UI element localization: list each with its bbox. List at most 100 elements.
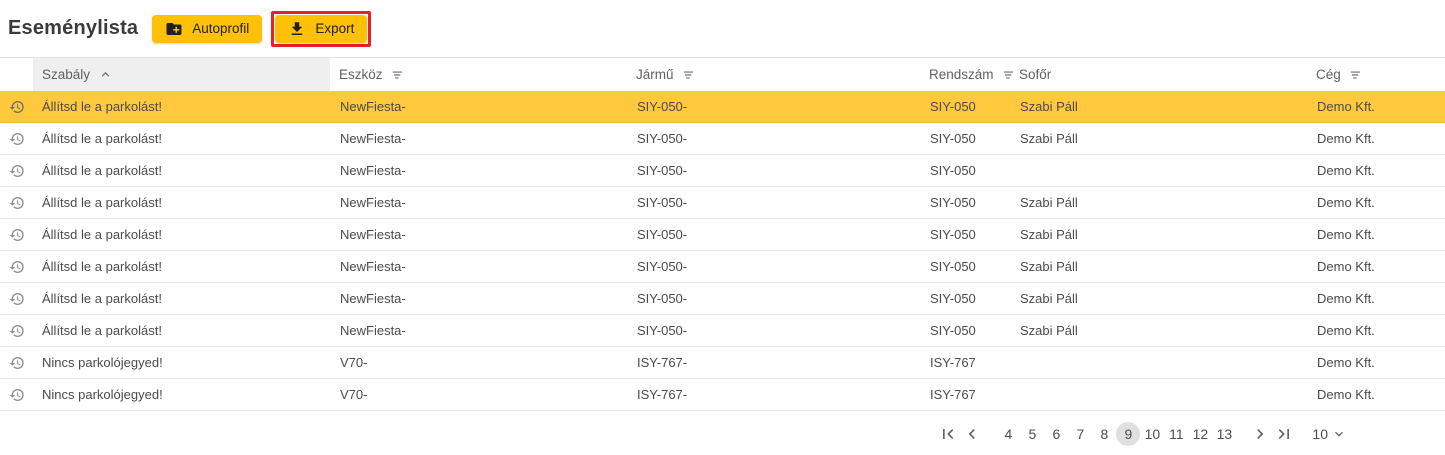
table-header-row: Szabály Eszköz Jármű Rendszám Sofőr Cég: [0, 58, 1445, 91]
table-row[interactable]: Állítsd le a parkolást! NewFiesta- SIY-0…: [0, 91, 1445, 123]
cell-jarmu: SIY-050-: [637, 99, 688, 114]
cell-szabaly: Nincs parkolójegyed!: [42, 355, 163, 370]
page-number-list: 4 5 6 7 8 9 10 11 12 13: [996, 421, 1236, 446]
cell-rendszam: SIY-050: [930, 259, 976, 274]
cell-rendszam: SIY-050: [930, 323, 976, 338]
cell-sofor: Szabi Páll: [1020, 291, 1078, 306]
cell-szabaly: Állítsd le a parkolást!: [42, 163, 162, 178]
header-icon-column: [0, 58, 33, 91]
history-icon: [0, 91, 33, 122]
chevron-down-icon: [1331, 426, 1347, 442]
cell-sofor: Szabi Páll: [1020, 195, 1078, 210]
cell-ceg: Demo Kft.: [1317, 355, 1375, 370]
cell-rendszam: SIY-050: [930, 131, 976, 146]
cell-ceg: Demo Kft.: [1317, 259, 1375, 274]
history-icon: [0, 251, 33, 282]
history-icon: [0, 187, 33, 218]
cell-rendszam: SIY-050: [930, 163, 976, 178]
page-number-8[interactable]: 8: [1092, 422, 1116, 446]
cell-ceg: Demo Kft.: [1317, 387, 1375, 402]
cell-ceg: Demo Kft.: [1317, 195, 1375, 210]
table-row[interactable]: Állítsd le a parkolást! NewFiesta- SIY-0…: [0, 155, 1445, 187]
table-row[interactable]: Állítsd le a parkolást! NewFiesta- SIY-0…: [0, 283, 1445, 315]
cell-eszkoz: NewFiesta-: [340, 227, 406, 242]
cell-eszkoz: NewFiesta-: [340, 163, 406, 178]
page-number-11[interactable]: 11: [1164, 422, 1188, 446]
cell-ceg: Demo Kft.: [1317, 227, 1375, 242]
cell-eszkoz: V70-: [340, 355, 368, 370]
cell-szabaly: Állítsd le a parkolást!: [42, 131, 162, 146]
page-size-select[interactable]: 10: [1312, 426, 1347, 442]
cell-rendszam: SIY-050: [930, 195, 976, 210]
column-header-jarmu[interactable]: Jármű: [627, 58, 920, 91]
cell-sofor: [1010, 347, 1307, 378]
page-number-12[interactable]: 12: [1188, 422, 1212, 446]
table-row[interactable]: Állítsd le a parkolást! NewFiesta- SIY-0…: [0, 187, 1445, 219]
cell-ceg: Demo Kft.: [1317, 99, 1375, 114]
column-label: Szabály: [42, 67, 91, 82]
history-icon: [0, 123, 33, 154]
sort-menu-icon: [1349, 68, 1363, 82]
page-number-4[interactable]: 4: [996, 422, 1020, 446]
history-icon: [0, 219, 33, 250]
cell-rendszam: SIY-050: [930, 227, 976, 242]
table-body: Állítsd le a parkolást! NewFiesta- SIY-0…: [0, 91, 1445, 411]
table-row[interactable]: Állítsd le a parkolást! NewFiesta- SIY-0…: [0, 251, 1445, 283]
table-row[interactable]: Állítsd le a parkolást! NewFiesta- SIY-0…: [0, 123, 1445, 155]
previous-page-button[interactable]: [960, 422, 984, 446]
column-header-szabaly[interactable]: Szabály: [33, 58, 330, 91]
cell-sofor: Szabi Páll: [1020, 259, 1078, 274]
page-number-10[interactable]: 10: [1140, 422, 1164, 446]
cell-szabaly: Állítsd le a parkolást!: [42, 227, 162, 242]
cell-jarmu: SIY-050-: [637, 195, 688, 210]
cell-rendszam: SIY-050: [930, 99, 976, 114]
topbar: Eseménylista Autoprofil Export: [0, 0, 1445, 57]
cell-eszkoz: V70-: [340, 387, 368, 402]
export-button[interactable]: Export: [275, 14, 368, 43]
column-header-rendszam[interactable]: Rendszám: [920, 58, 1013, 91]
page-number-6[interactable]: 6: [1044, 422, 1068, 446]
table-row[interactable]: Nincs parkolójegyed! V70- ISY-767- ISY-7…: [0, 347, 1445, 379]
autoprofil-button[interactable]: Autoprofil: [152, 14, 263, 43]
cell-jarmu: SIY-050-: [637, 259, 688, 274]
column-header-sofor[interactable]: Sofőr: [1010, 58, 1307, 91]
cell-eszkoz: NewFiesta-: [340, 195, 406, 210]
cell-jarmu: SIY-050-: [637, 227, 688, 242]
history-icon: [0, 379, 33, 410]
table-row[interactable]: Állítsd le a parkolást! NewFiesta- SIY-0…: [0, 315, 1445, 347]
first-page-button[interactable]: [936, 422, 960, 446]
column-label: Rendszám: [929, 67, 994, 82]
cell-szabaly: Állítsd le a parkolást!: [42, 291, 162, 306]
cell-eszkoz: NewFiesta-: [340, 323, 406, 338]
page-number-7[interactable]: 7: [1068, 422, 1092, 446]
column-label: Eszköz: [339, 67, 383, 82]
cell-jarmu: SIY-050-: [637, 323, 688, 338]
cell-szabaly: Állítsd le a parkolást!: [42, 323, 162, 338]
last-page-button[interactable]: [1272, 422, 1296, 446]
page-number-9[interactable]: 9: [1116, 421, 1141, 446]
column-header-eszkoz[interactable]: Eszköz: [330, 58, 627, 91]
history-icon: [0, 315, 33, 346]
column-label: Jármű: [636, 67, 674, 82]
column-label: Cég: [1316, 67, 1341, 82]
cell-sofor: Szabi Páll: [1020, 99, 1078, 114]
page-title: Eseménylista: [8, 17, 139, 39]
page-number-5[interactable]: 5: [1020, 422, 1044, 446]
page-size-value: 10: [1312, 425, 1328, 442]
cell-jarmu: SIY-050-: [637, 163, 688, 178]
pagination: 4 5 6 7 8 9 10 11 12 13 10: [0, 411, 1445, 455]
autoprofil-button-label: Autoprofil: [192, 21, 250, 36]
next-page-button[interactable]: [1248, 422, 1272, 446]
cell-rendszam: SIY-050: [930, 291, 976, 306]
page-number-13[interactable]: 13: [1212, 422, 1236, 446]
history-icon: [0, 155, 33, 186]
cell-eszkoz: NewFiesta-: [340, 259, 406, 274]
table-row[interactable]: Állítsd le a parkolást! NewFiesta- SIY-0…: [0, 219, 1445, 251]
table-row[interactable]: Nincs parkolójegyed! V70- ISY-767- ISY-7…: [0, 379, 1445, 411]
cell-sofor: Szabi Páll: [1020, 227, 1078, 242]
event-table: Szabály Eszköz Jármű Rendszám Sofőr Cég …: [0, 57, 1445, 411]
cell-ceg: Demo Kft.: [1317, 131, 1375, 146]
column-header-ceg[interactable]: Cég: [1307, 58, 1445, 91]
cell-szabaly: Állítsd le a parkolást!: [42, 259, 162, 274]
sort-menu-icon: [391, 68, 405, 82]
